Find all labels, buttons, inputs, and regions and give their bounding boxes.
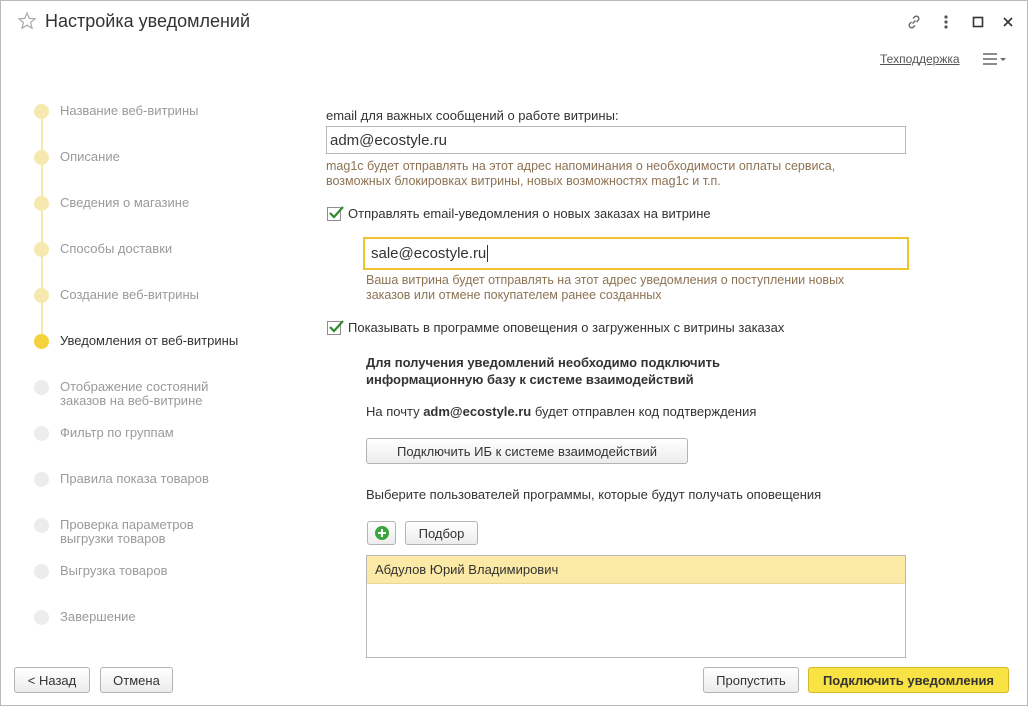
connect-heading-line: Для получения уведомлений необходимо под… xyxy=(366,355,720,370)
step-label: Проверка параметров выгрузки товаров xyxy=(60,517,194,546)
hint-line: Ваша витрина будет отправлять на этот ад… xyxy=(366,273,845,287)
window: Настройка уведомлений Техподдержка Назва… xyxy=(0,0,1028,706)
pick-users-button[interactable]: Подбор xyxy=(405,521,478,545)
check-mark-icon xyxy=(329,320,344,333)
step-item[interactable]: Создание веб-витрины xyxy=(34,288,240,303)
step-dot xyxy=(34,334,49,349)
users-list[interactable]: Абдулов Юрий Владимирович xyxy=(366,555,906,658)
step-label: Завершение xyxy=(60,609,136,624)
users-select-label: Выберите пользователей программы, которы… xyxy=(366,487,822,502)
add-icon xyxy=(374,526,389,540)
step-label: Описание xyxy=(60,149,120,164)
confirmation-code-note: На почту adm@ecostyle.ru будет отправлен… xyxy=(366,404,756,419)
code-note-prefix: На почту xyxy=(366,404,424,419)
step-label: Выгрузка товаров xyxy=(60,563,168,578)
show-alerts-checkbox-label[interactable]: Показывать в программе оповещения о загр… xyxy=(348,320,784,335)
step-item[interactable]: Название веб-витрины xyxy=(34,104,240,119)
step-dot xyxy=(34,104,49,119)
step-label: Отображение состояний заказов на веб-вит… xyxy=(60,379,209,408)
step-label: Сведения о магазине xyxy=(60,195,190,210)
step-item[interactable]: Правила показа товаров xyxy=(34,472,240,487)
window-title: Настройка уведомлений xyxy=(45,11,251,31)
step-label: Название веб-витрины xyxy=(60,103,199,118)
connect-heading-line: информационную базу к системе взаимодейс… xyxy=(366,372,694,387)
step-label: Фильтр по группам xyxy=(60,425,174,440)
hint-line: заказов или отмене покупателем ранее соз… xyxy=(366,288,662,302)
back-button[interactable]: < Назад xyxy=(14,667,90,693)
step-dot xyxy=(34,288,49,303)
step-item[interactable]: Проверка параметров выгрузки товаров xyxy=(34,518,220,546)
submit-button[interactable]: Подключить уведомления xyxy=(808,667,1009,693)
step-item-active[interactable]: Уведомления от веб-витрины xyxy=(34,334,240,349)
orders-email-hint: Ваша витрина будет отправлять на этот ад… xyxy=(366,273,844,303)
step-item[interactable]: Фильтр по группам xyxy=(34,426,240,441)
step-dot xyxy=(34,426,49,441)
orders-email-value: sale@ecostyle.ru xyxy=(371,245,487,262)
list-item[interactable]: Абдулов Юрий Владимирович xyxy=(367,556,905,584)
link-icon[interactable] xyxy=(903,11,925,33)
text-cursor xyxy=(487,245,489,262)
important-email-label: email для важных сообщений о работе витр… xyxy=(326,108,619,123)
code-note-suffix: будет отправлен код подтверждения xyxy=(531,404,757,419)
code-note-email: adm@ecostyle.ru xyxy=(423,404,532,419)
step-item[interactable]: Сведения о магазине xyxy=(34,196,240,211)
step-dot xyxy=(34,242,49,257)
step-item[interactable]: Отображение состояний заказов на веб-вит… xyxy=(34,380,230,408)
orders-email-checkbox[interactable] xyxy=(327,206,344,221)
important-email-hint: mag1c будет отправлять на этот адрес нап… xyxy=(326,159,835,189)
step-label: Создание веб-витрины xyxy=(60,287,200,302)
orders-email-checkbox-label[interactable]: Отправлять email-уведомления о новых зак… xyxy=(348,206,711,221)
orders-email-field[interactable]: sale@ecostyle.ru xyxy=(363,237,909,270)
check-mark-icon xyxy=(329,206,344,219)
step-label: Правила показа товаров xyxy=(60,471,209,486)
star-icon[interactable] xyxy=(17,11,37,31)
step-dot xyxy=(34,564,49,579)
step-item[interactable]: Способы доставки xyxy=(34,242,240,257)
more-vertical-icon[interactable] xyxy=(935,11,957,33)
step-item[interactable]: Описание xyxy=(34,150,240,165)
skip-button[interactable]: Пропустить xyxy=(703,667,799,693)
close-icon[interactable] xyxy=(997,11,1019,33)
connect-ib-button[interactable]: Подключить ИБ к системе взаимодействий xyxy=(366,438,688,464)
step-dot xyxy=(34,196,49,211)
cancel-button[interactable]: Отмена xyxy=(100,667,173,693)
step-dot xyxy=(34,380,49,395)
support-link[interactable]: Техподдержка xyxy=(880,52,960,66)
maximize-icon[interactable] xyxy=(967,11,989,33)
add-user-button[interactable] xyxy=(367,521,396,545)
step-dot xyxy=(34,150,49,165)
step-label: Способы доставки xyxy=(60,241,173,256)
step-label: Уведомления от веб-витрины xyxy=(60,333,239,348)
menu-icon[interactable] xyxy=(981,51,1007,67)
step-dot xyxy=(34,610,49,625)
step-dot xyxy=(34,518,49,533)
step-item[interactable]: Завершение xyxy=(34,610,240,625)
connect-heading: Для получения уведомлений необходимо под… xyxy=(366,354,720,388)
step-dot xyxy=(34,472,49,487)
step-item[interactable]: Выгрузка товаров xyxy=(34,564,240,579)
important-email-field[interactable]: adm@ecostyle.ru xyxy=(326,126,906,154)
hint-line: возможных блокировках витрины, новых воз… xyxy=(326,174,721,188)
hint-line: mag1c будет отправлять на этот адрес нап… xyxy=(326,159,836,173)
show-alerts-checkbox[interactable] xyxy=(327,320,344,335)
